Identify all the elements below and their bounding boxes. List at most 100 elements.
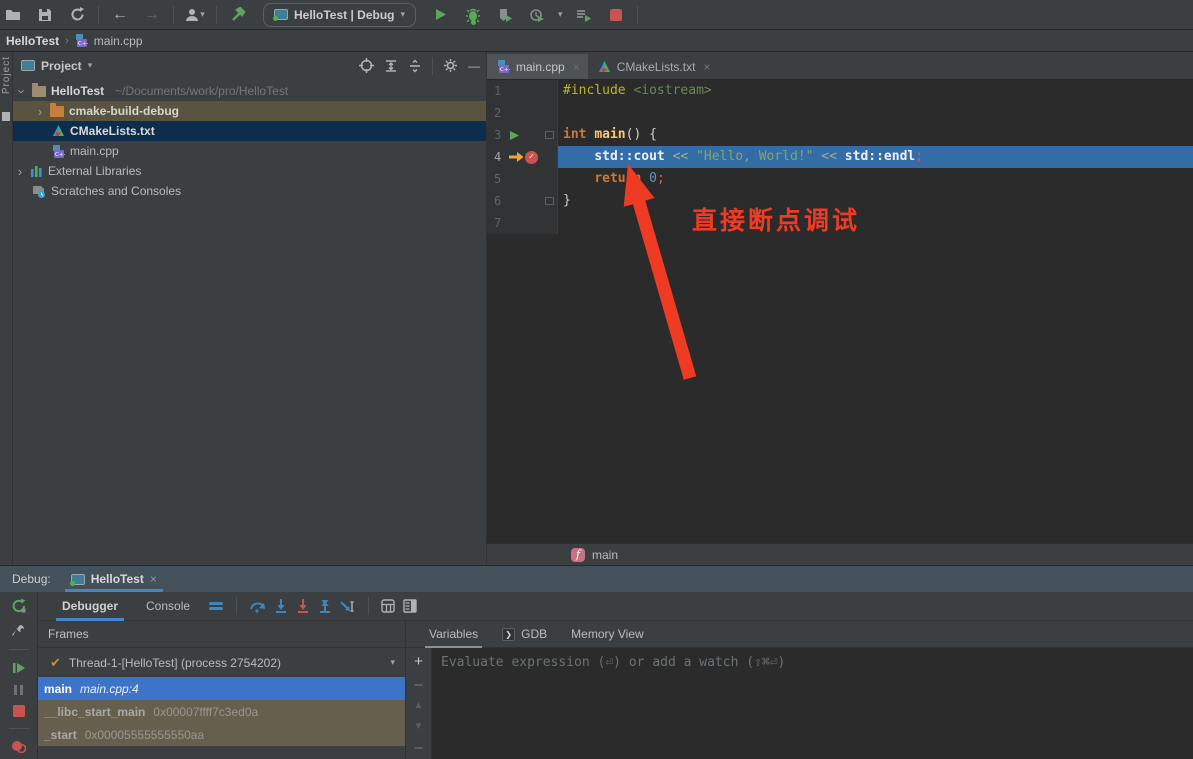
code-editor[interactable]: 1 #include <iostream> 2 3 int main() { [487,80,1193,543]
step-into-icon[interactable] [274,599,288,613]
open-icon[interactable] [2,4,24,26]
gear-icon[interactable] [443,58,458,73]
main-area: Project Project ▾ — [0,52,1193,565]
project-tool-window: Project ▾ — › [13,52,487,565]
locate-file-icon[interactable] [359,58,374,73]
chevron-collapsed-icon[interactable]: › [35,104,45,119]
run-config-label: HelloTest | Debug [294,8,394,22]
frame-row-main[interactable]: main main.cpp:4 [38,677,405,700]
breadcrumb-project[interactable]: HelloTest [6,34,59,48]
step-over-icon[interactable] [249,599,266,613]
svg-text:C++: C++ [500,67,510,73]
svg-text:C++: C++ [55,152,65,158]
close-icon[interactable]: × [703,60,710,74]
project-title[interactable]: Project [41,59,82,73]
profiler-button[interactable] [526,4,548,26]
tab-variables[interactable]: Variables [419,621,488,648]
stripe-icon [2,112,10,121]
save-icon[interactable] [34,4,56,26]
toolbar-separator [216,6,217,24]
move-watch-down-icon[interactable]: ▼ [414,723,424,731]
run-to-cursor-icon[interactable] [340,599,356,613]
debug-button[interactable] [462,4,484,26]
build-hammer-icon[interactable] [227,4,249,26]
close-icon[interactable]: × [573,60,580,74]
code-line-execution: 4 ✓ std::cout << "Hello, World!" << std:… [487,146,1193,168]
tab-maincpp[interactable]: C++ main.cpp × [487,54,588,79]
function-icon: f [571,548,585,562]
thread-selector[interactable]: ✔ Thread-1-[HelloTest] (process 2754202)… [38,648,405,677]
tab-debugger[interactable]: Debugger [52,592,128,621]
evaluate-expression-input[interactable] [432,648,1193,676]
code-line: 1 #include <iostream> [487,80,1193,102]
debug-session-tab[interactable]: HelloTest × [65,566,163,592]
run-gutter-icon[interactable] [509,130,520,141]
main-toolbar: ← → ▾ HelloTest | Debug ▾ ▾ [0,0,1193,30]
force-step-into-icon[interactable] [296,599,310,613]
cpp-file-icon: C++ [52,145,65,158]
stop-icon[interactable] [13,705,25,717]
tree-item-cmake-build-debug[interactable]: › cmake-build-debug [13,101,486,121]
annotation-text: 直接断点调试 [692,201,860,237]
tree-item-cmakelists[interactable]: CMakeLists.txt [13,121,486,141]
coverage-button[interactable] [494,4,516,26]
view-breakpoints-icon[interactable] [11,740,26,753]
threads-view-icon[interactable] [208,600,224,612]
tab-console[interactable]: Console [136,592,200,621]
tab-gdb[interactable]: ❯ GDB [492,621,557,648]
layout-settings-icon[interactable] [403,599,417,613]
collapse-all-icon[interactable] [408,59,422,73]
rerun-icon[interactable] [11,598,27,614]
remove-watch-icon[interactable]: – [414,681,422,689]
tab-cmakelists[interactable]: CMakeLists.txt × [588,54,719,79]
sync-icon[interactable] [66,4,88,26]
svg-text:C++: C++ [78,41,88,47]
settings-wrench-icon[interactable] [11,623,26,638]
libraries-icon [30,165,43,177]
user-icon[interactable]: ▾ [184,4,206,26]
profiler-chevron-icon[interactable]: ▾ [558,9,563,20]
stop-button[interactable] [605,4,627,26]
project-tree: › HelloTest ~/Documents/work/pro/HelloTe… [13,79,486,201]
frame-row-libc[interactable]: __libc_start_main 0x00007ffff7c3ed0a [38,700,405,723]
tree-item-hellotest[interactable]: › HelloTest ~/Documents/work/pro/HelloTe… [13,81,486,101]
chevron-expanded-icon[interactable]: › [15,86,30,96]
tree-item-external-libraries[interactable]: › External Libraries [13,161,486,181]
chevron-down-icon[interactable]: ▾ [88,60,93,71]
editor-area: C++ main.cpp × CMakeLists.txt × 1 #inclu… [487,52,1193,565]
variables-tabs: Variables ❯ GDB Memory View [406,621,1193,648]
run-button[interactable] [430,4,452,26]
add-watch-icon[interactable]: + [414,656,423,668]
debug-window-label: Debug: [12,572,51,586]
breadcrumb-file[interactable]: main.cpp [94,34,143,48]
resume-icon[interactable] [12,661,26,675]
forward-icon[interactable]: → [141,4,163,26]
evaluate-expression-icon[interactable] [381,599,395,613]
stripe-project-label[interactable]: Project [1,56,12,94]
attach-process-button[interactable] [573,4,595,26]
pause-icon[interactable] [13,684,24,696]
evaluate-expression-row [432,648,1193,676]
breakpoint-icon[interactable]: ✓ [525,151,538,164]
close-icon[interactable]: × [150,572,157,586]
tab-memory-view[interactable]: Memory View [561,621,653,648]
watch-overflow-icon[interactable]: – [414,744,422,752]
tree-item-label: CMakeLists.txt [70,124,155,138]
fold-marker[interactable] [545,131,554,139]
tree-item-maincpp[interactable]: C++ main.cpp [13,141,486,161]
toolbar-separator [637,6,638,24]
execution-pointer-icon [509,151,524,163]
ide-window: ← → ▾ HelloTest | Debug ▾ ▾ [0,0,1193,759]
chevron-collapsed-icon[interactable]: › [15,164,25,179]
fold-marker[interactable] [545,197,554,205]
frame-row-start[interactable]: _start 0x00005555555550aa [38,723,405,746]
expand-all-icon[interactable] [384,59,398,73]
step-out-icon[interactable] [318,599,332,613]
chevron-down-icon: ▾ [390,657,395,668]
move-watch-up-icon[interactable]: ▲ [414,702,424,710]
hide-panel-icon[interactable]: — [468,59,480,73]
breadcrumb-function[interactable]: main [592,548,618,562]
back-icon[interactable]: ← [109,4,131,26]
run-configuration-select[interactable]: HelloTest | Debug ▾ [263,3,416,27]
tree-item-scratches[interactable]: Scratches and Consoles [13,181,486,201]
